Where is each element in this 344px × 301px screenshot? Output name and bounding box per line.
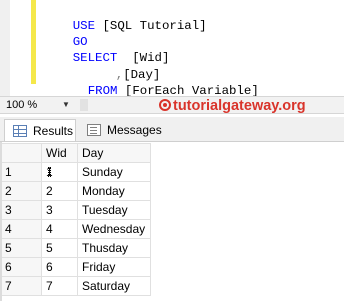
cell-day[interactable]: Sunday bbox=[77, 162, 151, 182]
cell-wid[interactable]: 4 bbox=[41, 219, 78, 239]
table-row: 7 7 Saturday bbox=[0, 276, 151, 296]
messages-icon bbox=[87, 124, 101, 136]
row-number[interactable]: 3 bbox=[0, 200, 42, 220]
row-number[interactable]: 2 bbox=[0, 181, 42, 201]
row-number[interactable]: 6 bbox=[0, 257, 42, 277]
table-row: 3 3 Tuesday bbox=[0, 200, 151, 220]
row-number[interactable]: 4 bbox=[0, 219, 42, 239]
cell-day[interactable]: Thusday bbox=[77, 238, 151, 258]
cell-wid[interactable]: 7 bbox=[41, 276, 78, 296]
row-number[interactable]: 7 bbox=[0, 276, 42, 296]
tab-messages-label: Messages bbox=[107, 123, 162, 137]
zoom-dropdown[interactable]: 100 % ▼ bbox=[2, 97, 76, 113]
horizontal-scrollbar[interactable] bbox=[80, 99, 88, 111]
row-number[interactable]: 5 bbox=[0, 238, 42, 258]
sql-editor[interactable]: USE [SQL Tutorial] GO SELECT [Wid] ,[Day… bbox=[0, 0, 344, 98]
tab-results-label: Results bbox=[33, 124, 74, 138]
table-row: 4 4 Wednesday bbox=[0, 219, 151, 239]
column-header-day[interactable]: Day bbox=[77, 143, 151, 163]
chevron-down-icon[interactable]: ▼ bbox=[62, 97, 70, 113]
tab-messages[interactable]: Messages bbox=[79, 119, 162, 141]
change-margin-bar bbox=[31, 0, 36, 84]
tab-results[interactable]: Results bbox=[4, 119, 76, 141]
watermark-logo: tutorialgateway.org bbox=[159, 96, 306, 116]
cell-day[interactable]: Saturday bbox=[77, 276, 151, 296]
cell-day[interactable]: Wednesday bbox=[77, 219, 151, 239]
header-row: Wid Day bbox=[0, 143, 151, 163]
cell-wid-value: 1 bbox=[46, 165, 53, 179]
watermark-text: tutorialgateway.org bbox=[173, 98, 306, 114]
row-number-header[interactable] bbox=[0, 143, 42, 163]
code-text: [SQL Tutorial] bbox=[95, 19, 207, 33]
cell-wid[interactable]: 2 bbox=[41, 181, 78, 201]
results-grid-panel: Wid Day 1 1 Sunday 2 2 Monday 3 3 Tuesda… bbox=[0, 142, 344, 301]
table-row: 6 6 Friday bbox=[0, 257, 151, 277]
zoom-value: 100 % bbox=[6, 99, 38, 111]
row-number[interactable]: 1 bbox=[0, 162, 42, 182]
cell-day[interactable]: Friday bbox=[77, 257, 151, 277]
cell-wid[interactable]: 1 bbox=[41, 162, 78, 182]
column-header-wid[interactable]: Wid bbox=[41, 143, 78, 163]
results-tab-bar: Results Messages bbox=[0, 117, 344, 142]
cell-day[interactable]: Tuesday bbox=[77, 200, 151, 220]
table-row: 2 2 Monday bbox=[0, 181, 151, 201]
results-table: Wid Day 1 1 Sunday 2 2 Monday 3 3 Tuesda… bbox=[0, 143, 151, 296]
cell-wid[interactable]: 3 bbox=[41, 200, 78, 220]
cell-day[interactable]: Monday bbox=[77, 181, 151, 201]
editor-gutter bbox=[0, 0, 10, 96]
table-row: 1 1 Sunday bbox=[0, 162, 151, 182]
table-row: 5 5 Thusday bbox=[0, 238, 151, 258]
copyright-icon bbox=[159, 99, 171, 111]
grid-icon bbox=[13, 125, 27, 137]
cell-wid[interactable]: 5 bbox=[41, 238, 78, 258]
panel-border bbox=[0, 142, 2, 301]
cell-wid[interactable]: 6 bbox=[41, 257, 78, 277]
